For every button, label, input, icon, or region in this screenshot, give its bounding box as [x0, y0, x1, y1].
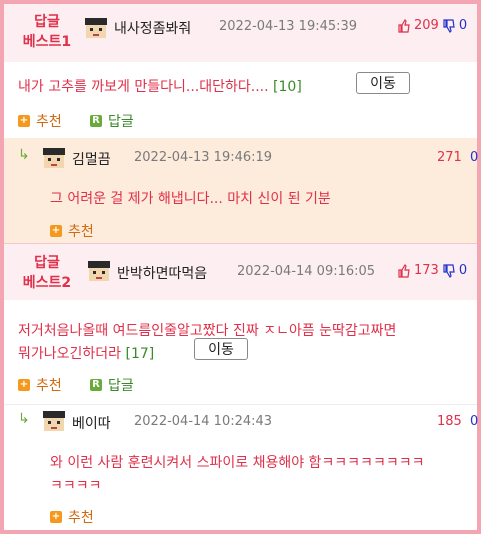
- vote-box: 271 0: [437, 150, 478, 165]
- vote-box: 209 0: [397, 18, 467, 33]
- comment-text-line2: 뭐가나오긴하더라 [17]: [18, 343, 154, 363]
- downvote-count: 0: [469, 150, 479, 165]
- thumbs-up-icon[interactable]: [397, 18, 411, 33]
- recommend-button[interactable]: + 추천: [18, 375, 62, 395]
- downvote-count: 0: [458, 263, 468, 278]
- divider: [4, 243, 477, 244]
- recommend-label: 추천: [36, 114, 62, 130]
- plus-icon: +: [50, 225, 62, 237]
- reply-count[interactable]: [10]: [273, 79, 302, 95]
- best-badge-1: 답글 베스트1: [12, 12, 82, 52]
- reply-label: 답글: [108, 378, 134, 394]
- recommend-label: 추천: [36, 378, 62, 394]
- vote-box: 173 0: [397, 263, 467, 278]
- avatar[interactable]: [42, 146, 66, 170]
- nickname[interactable]: 내사정좀봐줘: [114, 18, 191, 38]
- avatar[interactable]: [42, 409, 66, 433]
- reply-count[interactable]: [17]: [126, 346, 155, 362]
- comment-body-line1: 와 이런 사람 훈련시켜서 스파이로 채용해야 함ㅋㅋㅋㅋㅋㅋㅋㅋ: [50, 455, 425, 471]
- recommend-label: 추천: [68, 510, 94, 526]
- plus-icon: +: [18, 115, 30, 127]
- comment-text: 내가 고추를 까보게 만들다니...대단하다.... [10]: [18, 76, 302, 96]
- best-badge-1-line2: 베스트1: [22, 34, 72, 50]
- divider: [4, 404, 477, 405]
- reply-label: 답글: [108, 114, 134, 130]
- reply-badge-icon: R: [90, 379, 102, 391]
- best-badge-2: 답글 베스트2: [12, 253, 82, 293]
- best-badge-1-line1: 답글: [34, 14, 60, 30]
- thumbs-down-icon[interactable]: [442, 263, 456, 278]
- move-button[interactable]: 이동: [356, 72, 410, 94]
- comment-body: 그 어려운 걸 제가 해냅니다... 마치 신이 된 기분: [50, 191, 331, 207]
- nickname[interactable]: 김멀끔: [72, 149, 111, 169]
- timestamp: 2022-04-14 09:16:05: [237, 264, 376, 279]
- comment-body-line1: 저거처음나올때 여드름인줄알고짰다 진짜 ㅈㄴ아픔 눈딱감고짜면: [18, 323, 397, 339]
- best-badge-2-line2: 베스트2: [22, 275, 72, 291]
- vote-box: 185 0: [437, 414, 478, 429]
- thumbs-up-icon[interactable]: [397, 263, 411, 278]
- timestamp: 2022-04-14 10:24:43: [134, 414, 273, 429]
- comment-body: 내가 고추를 까보게 만들다니...대단하다....: [18, 79, 269, 95]
- reply-badge-icon: R: [90, 115, 102, 127]
- plus-icon: +: [50, 511, 62, 523]
- recommend-button[interactable]: + 추천: [18, 111, 62, 131]
- timestamp: 2022-04-13 19:45:39: [219, 19, 358, 34]
- upvote-count: 173: [414, 263, 439, 278]
- reply-arrow-icon: ↳: [18, 147, 30, 163]
- move-button[interactable]: 이동: [194, 338, 248, 360]
- upvote-count: 209: [414, 18, 439, 33]
- reply-button[interactable]: R 답글: [90, 111, 134, 131]
- recommend-button[interactable]: + 추천: [50, 507, 94, 527]
- downvote-count: 0: [469, 414, 479, 429]
- thumbs-down-icon[interactable]: [442, 18, 456, 33]
- reply-arrow-icon: ↳: [18, 411, 30, 427]
- upvote-count: 185: [437, 414, 462, 429]
- comment-body-line2: 뭐가나오긴하더라: [18, 346, 122, 362]
- reply-button[interactable]: R 답글: [90, 375, 134, 395]
- nickname[interactable]: 베이따: [72, 413, 111, 433]
- nickname[interactable]: 반박하면따먹음: [117, 263, 207, 283]
- comments-panel: 답글 베스트1 내사정좀봐줘 2022-04-13 19:45:39 209 0…: [0, 0, 481, 534]
- avatar[interactable]: [84, 16, 108, 40]
- plus-icon: +: [18, 379, 30, 391]
- recommend-label: 추천: [68, 224, 94, 240]
- timestamp: 2022-04-13 19:46:19: [134, 150, 273, 165]
- upvote-count: 271: [437, 150, 462, 165]
- best-badge-2-line1: 답글: [34, 255, 60, 271]
- downvote-count: 0: [458, 18, 468, 33]
- recommend-button[interactable]: + 추천: [50, 221, 94, 241]
- comment-body-line2: ㅋㅋㅋㅋ: [50, 478, 102, 494]
- avatar[interactable]: [87, 259, 111, 283]
